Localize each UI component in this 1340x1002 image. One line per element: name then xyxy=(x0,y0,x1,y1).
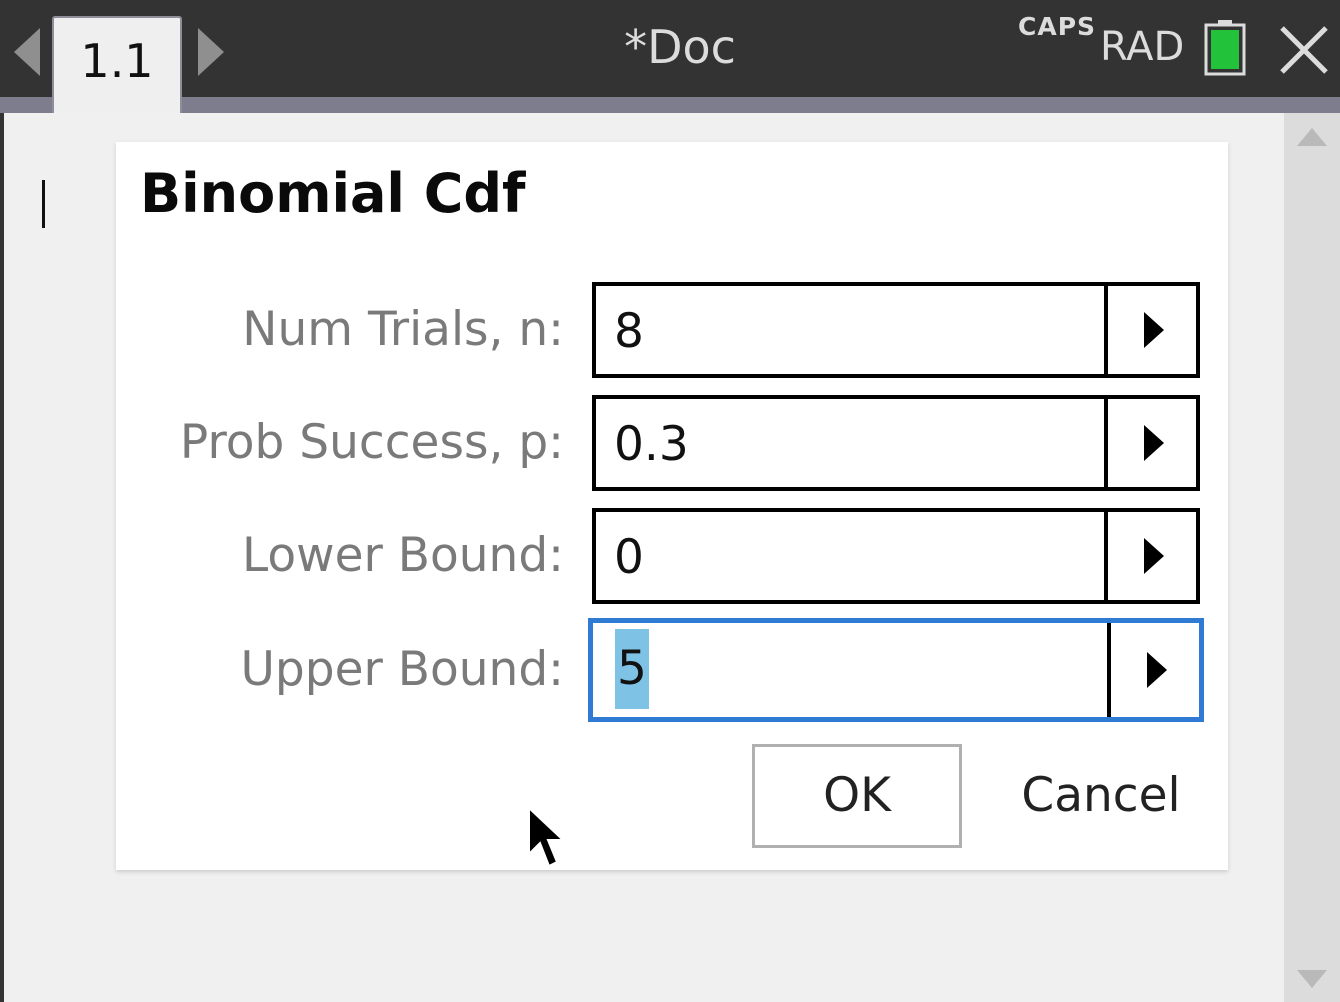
prob-success-input[interactable]: 0.3 xyxy=(592,395,1200,491)
num-trials-menu-button[interactable] xyxy=(1104,286,1196,374)
lower-bound-label: Lower Bound: xyxy=(242,528,564,583)
angle-mode-indicator: RAD xyxy=(1100,24,1185,70)
dialog-title: Binomial Cdf xyxy=(140,162,526,225)
binomial-cdf-dialog: Binomial Cdf Num Trials, n: 8 Prob Succe… xyxy=(116,142,1228,870)
text-cursor xyxy=(42,180,45,228)
scroll-down-icon[interactable] xyxy=(1297,970,1327,988)
prob-success-value: 0.3 xyxy=(614,417,689,472)
ok-button[interactable]: OK xyxy=(752,744,962,848)
right-arrow-icon xyxy=(1144,312,1164,348)
num-trials-input[interactable]: 8 xyxy=(592,282,1200,378)
mouse-pointer-icon xyxy=(528,806,566,868)
scrollbar[interactable] xyxy=(1284,113,1340,1002)
prob-success-row: Prob Success, p: 0.3 xyxy=(116,395,1228,491)
lower-bound-menu-button[interactable] xyxy=(1104,512,1196,600)
num-trials-value: 8 xyxy=(614,304,644,359)
upper-bound-input[interactable]: 5 xyxy=(588,618,1204,722)
previous-page-icon[interactable] xyxy=(14,28,40,76)
right-arrow-icon xyxy=(1144,538,1164,574)
prob-success-menu-button[interactable] xyxy=(1104,399,1196,487)
document-title: *Doc xyxy=(624,20,736,74)
next-page-icon[interactable] xyxy=(198,28,224,76)
caps-indicator: CAPS xyxy=(1018,12,1097,41)
upper-bound-label: Upper Bound: xyxy=(240,642,565,697)
scroll-up-icon[interactable] xyxy=(1297,128,1327,146)
lower-bound-row: Lower Bound: 0 xyxy=(116,508,1228,604)
lower-bound-input[interactable]: 0 xyxy=(592,508,1200,604)
upper-bound-menu-button[interactable] xyxy=(1107,623,1199,717)
tab-label: 1.1 xyxy=(80,34,154,88)
lower-bound-value: 0 xyxy=(614,530,644,585)
close-icon[interactable] xyxy=(1276,22,1332,78)
prob-success-label: Prob Success, p: xyxy=(179,415,564,470)
right-arrow-icon xyxy=(1144,425,1164,461)
right-arrow-icon xyxy=(1147,652,1167,688)
upper-bound-row: Upper Bound: 5 xyxy=(116,618,1228,722)
tab-page-1-1[interactable]: 1.1 xyxy=(52,16,182,113)
battery-icon xyxy=(1204,20,1246,76)
num-trials-label: Num Trials, n: xyxy=(242,302,564,357)
upper-bound-value: 5 xyxy=(615,629,649,709)
cancel-button[interactable]: Cancel xyxy=(996,744,1206,848)
tab-strip xyxy=(0,97,1340,113)
calculator-screen: *Doc CAPS RAD 1.1 Binomial Cdf Num Trial… xyxy=(0,0,1340,1002)
page-left-edge xyxy=(0,113,4,1002)
top-bar: *Doc CAPS RAD xyxy=(0,0,1340,97)
num-trials-row: Num Trials, n: 8 xyxy=(116,282,1228,378)
